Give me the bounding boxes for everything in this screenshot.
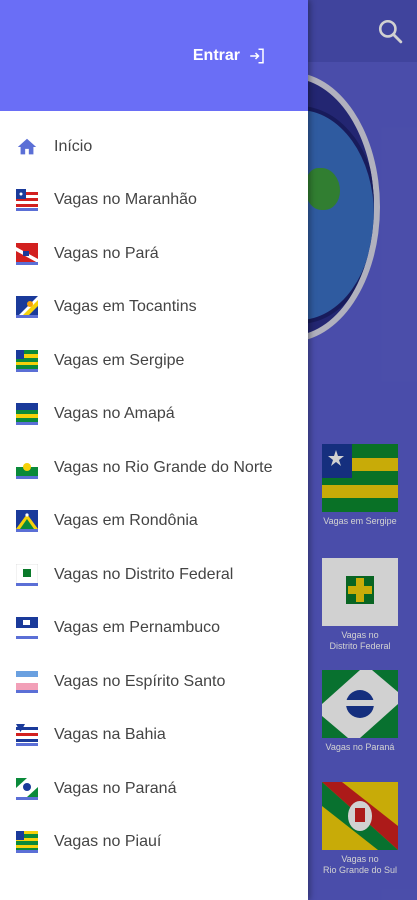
menu-item-label: Vagas no Pará [54, 244, 159, 262]
espirito-santo-flag-icon [16, 670, 38, 693]
navigation-drawer: Entrar Início Vagas no Maranhão Vagas no… [0, 0, 308, 900]
amapa-flag-icon [16, 403, 38, 426]
maranhao-flag-icon [16, 189, 38, 212]
rondonia-flag-icon [16, 510, 38, 533]
drawer-header: Entrar [0, 0, 308, 111]
menu-item-espirito-santo[interactable]: Vagas no Espírito Santo [0, 655, 308, 709]
menu-item-amapa[interactable]: Vagas no Amapá [0, 388, 308, 442]
menu-item-label: Vagas no Espírito Santo [54, 672, 226, 690]
menu-item-label: Vagas em Rondônia [54, 512, 198, 530]
menu-item-label: Vagas no Amapá [54, 405, 175, 423]
menu-item-label: Vagas em Sergipe [54, 351, 185, 369]
menu-item-distrito-federal[interactable]: Vagas no Distrito Federal [0, 548, 308, 602]
menu-item-label: Vagas na Bahia [54, 726, 166, 744]
piaui-flag-icon [16, 831, 38, 854]
menu-item-rio-grande-do-norte[interactable]: Vagas no Rio Grande do Norte [0, 441, 308, 495]
bahia-flag-icon [16, 724, 38, 747]
drawer-scrim[interactable] [308, 0, 417, 900]
drawer-menu: Início Vagas no Maranhão Vagas no Pará V… [0, 120, 308, 869]
menu-item-maranhao[interactable]: Vagas no Maranhão [0, 174, 308, 228]
login-icon [250, 48, 264, 64]
menu-item-rondonia[interactable]: Vagas em Rondônia [0, 495, 308, 549]
menu-item-label: Vagas no Paraná [54, 779, 177, 797]
distrito-federal-flag-icon [16, 563, 38, 586]
home-icon [17, 138, 37, 155]
login-label: Entrar [192, 47, 240, 64]
menu-item-label: Vagas em Tocantins [54, 298, 197, 316]
menu-item-label: Vagas no Maranhão [54, 191, 197, 209]
menu-item-label: Vagas no Distrito Federal [54, 565, 234, 583]
menu-item-tocantins[interactable]: Vagas em Tocantins [0, 281, 308, 335]
para-flag-icon [16, 242, 38, 265]
parana-flag-icon [16, 777, 38, 800]
sergipe-flag-icon [16, 349, 38, 372]
login-button[interactable]: Entrar [193, 46, 266, 66]
menu-item-sergipe[interactable]: Vagas em Sergipe [0, 334, 308, 388]
menu-item-label: Vagas no Piauí [54, 833, 162, 851]
menu-item-inicio[interactable]: Início [0, 120, 308, 174]
menu-item-piaui[interactable]: Vagas no Piauí [0, 816, 308, 870]
pernambuco-flag-icon [16, 617, 38, 640]
menu-item-label: Início [54, 137, 93, 155]
menu-item-label: Vagas no Rio Grande do Norte [54, 458, 273, 476]
rio-grande-do-norte-flag-icon [16, 456, 38, 479]
tocantins-flag-icon [16, 296, 38, 319]
menu-item-label: Vagas em Pernambuco [54, 619, 221, 637]
menu-item-parana[interactable]: Vagas no Paraná [0, 762, 308, 816]
menu-item-bahia[interactable]: Vagas na Bahia [0, 709, 308, 763]
menu-item-pernambuco[interactable]: Vagas em Pernambuco [0, 602, 308, 656]
menu-item-para[interactable]: Vagas no Pará [0, 227, 308, 281]
